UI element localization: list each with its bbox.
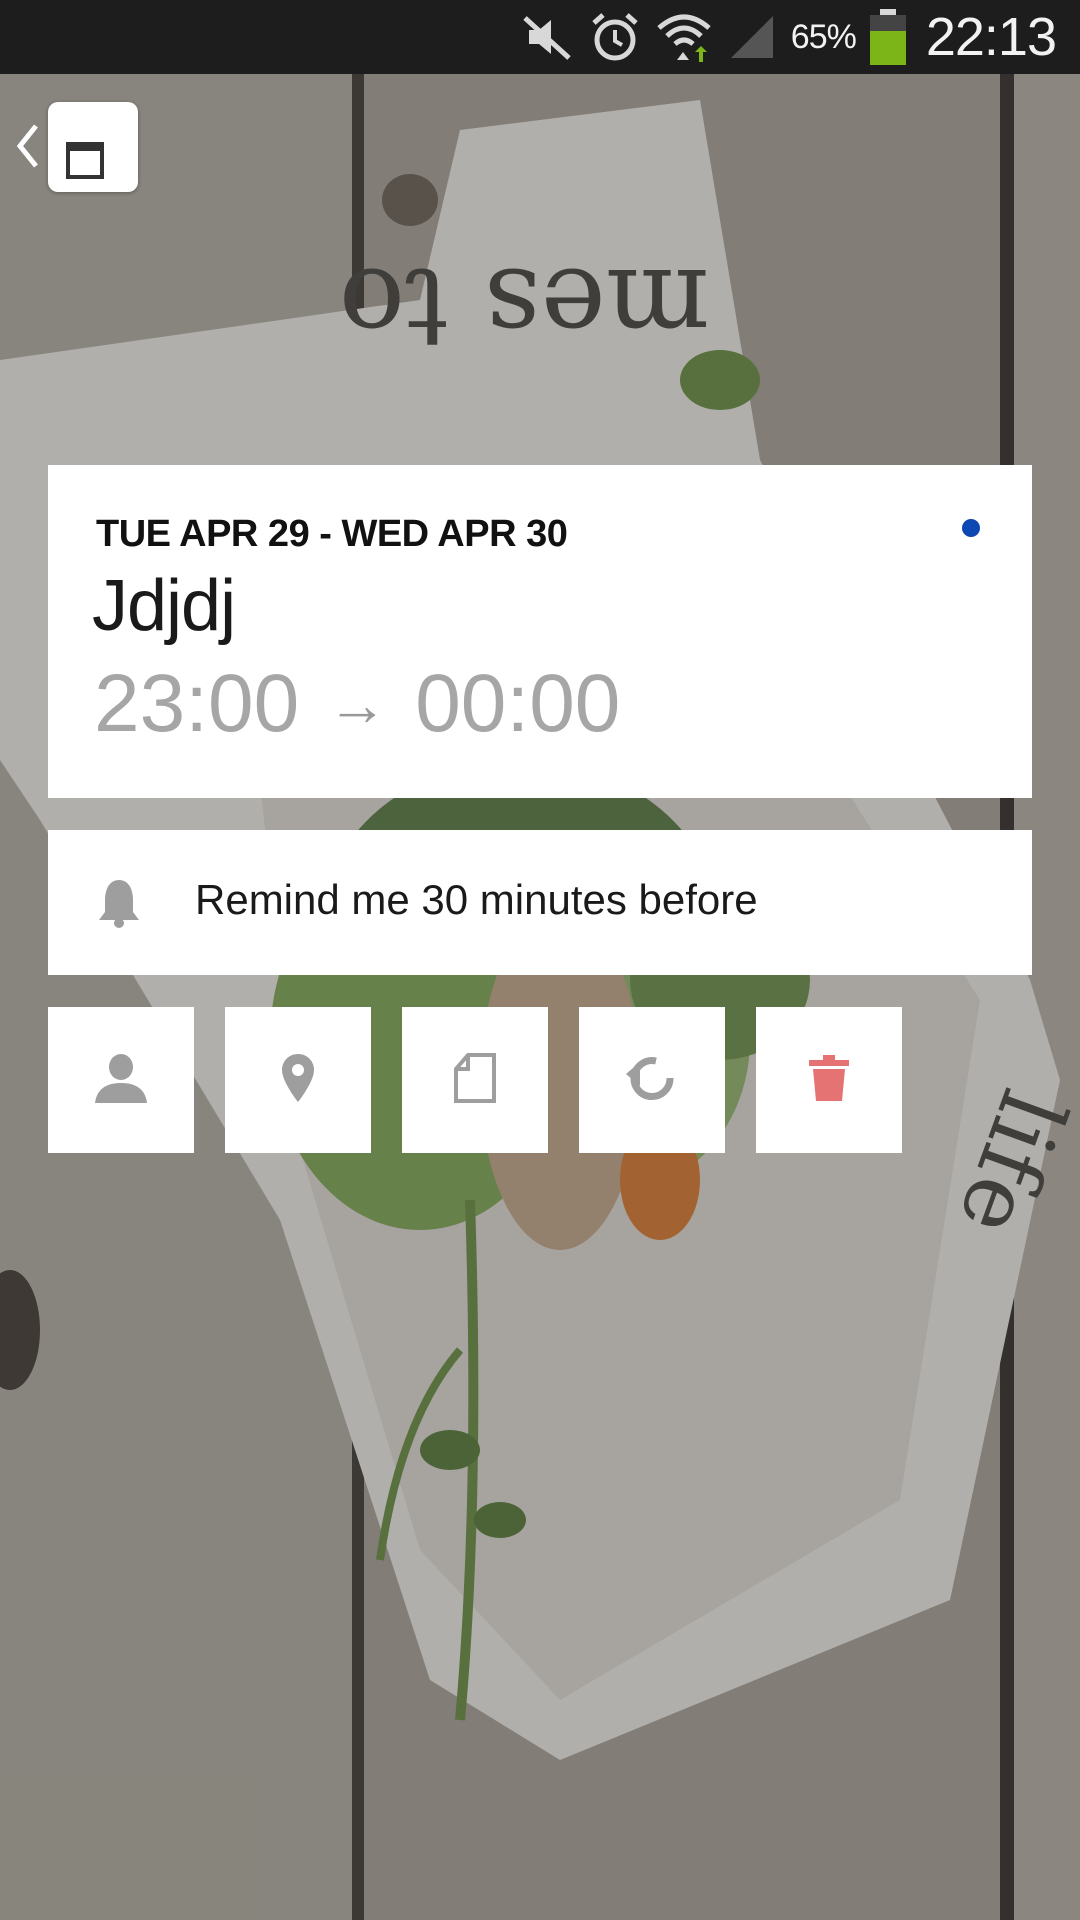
signal-icon	[727, 12, 777, 62]
battery-percent: 65%	[790, 17, 857, 56]
arrow-icon: →	[327, 670, 388, 738]
note-icon	[454, 1052, 496, 1108]
reminder-row[interactable]: Remind me 30 minutes before	[48, 830, 1032, 975]
event-date-range: TUE APR 29 - WED APR 30	[96, 513, 568, 555]
reminder-text: Remind me 30 minutes before	[195, 876, 758, 923]
event-title[interactable]: Jdjdj	[92, 565, 236, 647]
delete-button[interactable]	[756, 1007, 902, 1153]
back-button[interactable]	[14, 100, 144, 195]
calendar-color-dot	[962, 519, 980, 537]
status-bar: 65% 22:13	[0, 0, 1080, 74]
event-time-range[interactable]: 23:00 → 00:00	[94, 657, 620, 751]
location-button[interactable]	[225, 1007, 371, 1153]
attendees-button[interactable]	[48, 1007, 194, 1153]
clock: 22:13	[925, 7, 1057, 67]
trash-icon	[809, 1054, 849, 1106]
battery-icon	[869, 9, 906, 65]
note-button[interactable]	[402, 1007, 548, 1153]
location-pin-icon	[280, 1052, 316, 1109]
repeat-icon	[626, 1054, 678, 1107]
calendar-icon	[66, 142, 104, 179]
event-end-time[interactable]: 00:00	[415, 657, 620, 751]
calendar-app-icon[interactable]	[48, 102, 138, 192]
alarm-icon	[589, 11, 641, 63]
event-start-time[interactable]: 23:00	[94, 657, 299, 751]
repeat-button[interactable]	[579, 1007, 725, 1153]
person-icon	[93, 1053, 149, 1108]
bell-icon	[96, 878, 142, 933]
wifi-icon	[655, 10, 713, 64]
event-card[interactable]: TUE APR 29 - WED APR 30 Jdjdj 23:00 → 00…	[48, 465, 1032, 798]
chevron-left-icon	[14, 122, 40, 175]
mute-icon	[521, 12, 575, 62]
